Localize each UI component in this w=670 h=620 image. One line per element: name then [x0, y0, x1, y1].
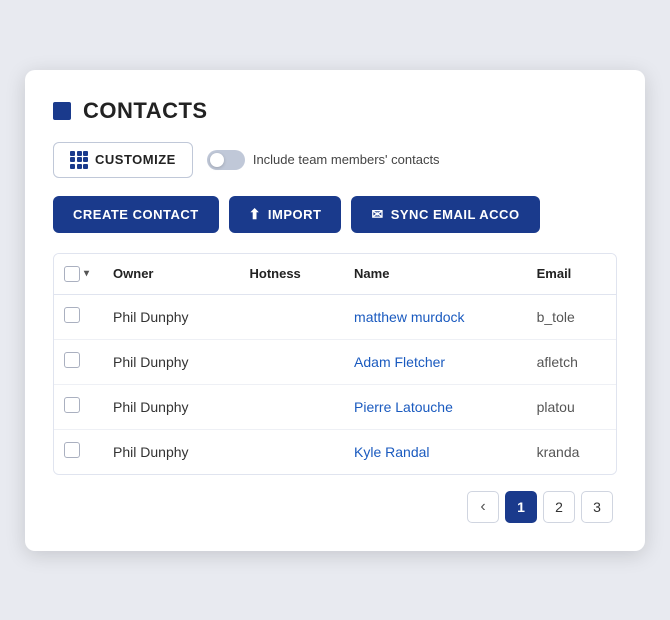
page-title: CONTACTS — [83, 98, 208, 124]
team-members-toggle[interactable] — [207, 150, 245, 170]
col-owner: Owner — [99, 254, 235, 295]
row-name[interactable]: Kyle Randal — [340, 429, 523, 474]
row-checkbox-2[interactable] — [64, 397, 80, 413]
toggle-label: Include team members' contacts — [253, 152, 440, 167]
row-owner: Phil Dunphy — [99, 384, 235, 429]
row-checkbox-cell — [54, 429, 99, 474]
email-icon: ✉ — [371, 206, 383, 223]
contacts-table: ▾ Owner Hotness Name Email Phil Dunphy m… — [54, 254, 616, 474]
customize-button[interactable]: CUSTOMIZE — [53, 142, 193, 178]
row-hotness — [235, 339, 340, 384]
col-email: Email — [523, 254, 616, 295]
row-checkbox-1[interactable] — [64, 352, 80, 368]
prev-page-button[interactable]: ‹ — [467, 491, 499, 523]
row-checkbox-cell — [54, 294, 99, 339]
sync-email-label: SYNC EMAIL ACCO — [391, 207, 520, 222]
import-button[interactable]: ⬆ IMPORT — [229, 196, 342, 233]
customize-label: CUSTOMIZE — [95, 152, 176, 167]
row-hotness — [235, 429, 340, 474]
row-checkbox-0[interactable] — [64, 307, 80, 323]
row-owner: Phil Dunphy — [99, 339, 235, 384]
sync-email-button[interactable]: ✉ SYNC EMAIL ACCO — [351, 196, 539, 233]
row-hotness — [235, 384, 340, 429]
check-dropdown-arrow[interactable]: ▾ — [84, 268, 89, 279]
row-checkbox-cell — [54, 339, 99, 384]
row-owner: Phil Dunphy — [99, 294, 235, 339]
contacts-card: CONTACTS CUSTOMIZE Include team members'… — [25, 70, 645, 551]
row-owner: Phil Dunphy — [99, 429, 235, 474]
grid-icon — [70, 151, 88, 169]
import-icon: ⬆ — [249, 206, 261, 223]
page-2-button[interactable]: 2 — [543, 491, 575, 523]
action-row: CREATE CONTACT ⬆ IMPORT ✉ SYNC EMAIL ACC… — [53, 196, 617, 233]
table-header-row: ▾ Owner Hotness Name Email — [54, 254, 616, 295]
row-hotness — [235, 294, 340, 339]
row-checkbox-3[interactable] — [64, 442, 80, 458]
row-name[interactable]: matthew murdock — [340, 294, 523, 339]
page-3-button[interactable]: 3 — [581, 491, 613, 523]
contacts-icon — [53, 102, 71, 120]
row-name[interactable]: Adam Fletcher — [340, 339, 523, 384]
import-label: IMPORT — [268, 207, 322, 222]
page-1-button[interactable]: 1 — [505, 491, 537, 523]
create-contact-label: CREATE CONTACT — [73, 207, 199, 222]
table-row: Phil Dunphy Pierre Latouche platou — [54, 384, 616, 429]
page-header: CONTACTS — [53, 98, 617, 124]
create-contact-button[interactable]: CREATE CONTACT — [53, 196, 219, 233]
table-row: Phil Dunphy matthew murdock b_tole — [54, 294, 616, 339]
table-row: Phil Dunphy Kyle Randal kranda — [54, 429, 616, 474]
col-name: Name — [340, 254, 523, 295]
select-all-checkbox[interactable] — [64, 266, 80, 282]
toggle-wrap: Include team members' contacts — [207, 150, 440, 170]
toolbar-row: CUSTOMIZE Include team members' contacts — [53, 142, 617, 178]
row-email: b_tole — [523, 294, 616, 339]
pagination: ‹ 1 2 3 — [53, 491, 617, 523]
row-checkbox-cell — [54, 384, 99, 429]
table-row: Phil Dunphy Adam Fletcher afletch — [54, 339, 616, 384]
col-hotness: Hotness — [235, 254, 340, 295]
row-name[interactable]: Pierre Latouche — [340, 384, 523, 429]
check-header: ▾ — [54, 254, 99, 295]
row-email: platou — [523, 384, 616, 429]
row-email: afletch — [523, 339, 616, 384]
row-email: kranda — [523, 429, 616, 474]
contacts-table-wrap: ▾ Owner Hotness Name Email Phil Dunphy m… — [53, 253, 617, 475]
